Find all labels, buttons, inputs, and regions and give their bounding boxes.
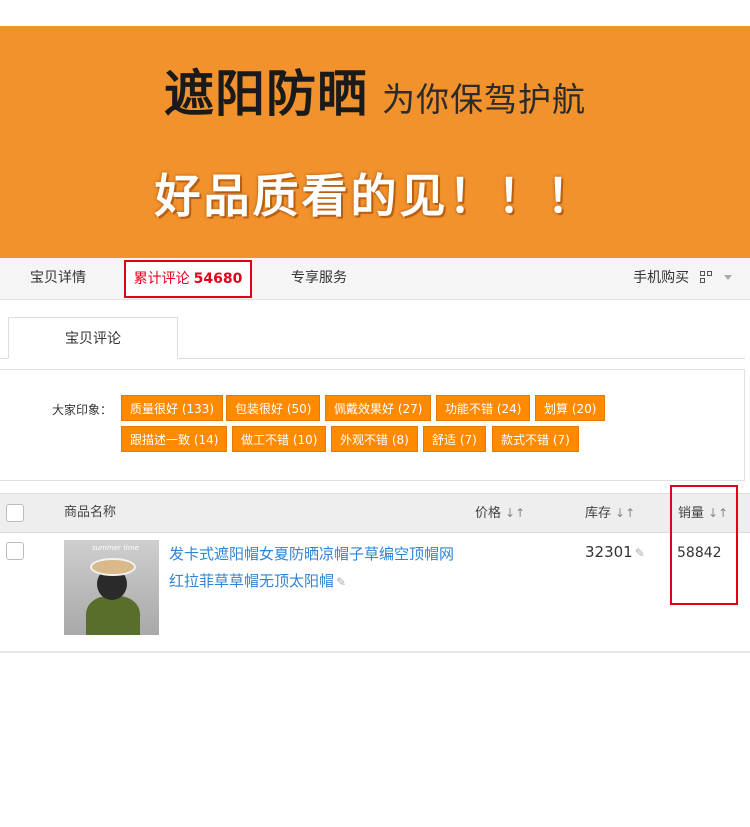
impressions-label: 大家印象：	[52, 403, 113, 417]
banner-headline: 遮阳防晒 为你保驾护航	[0, 54, 750, 126]
select-all-checkbox[interactable]	[6, 504, 24, 522]
chevron-down-icon	[724, 275, 732, 280]
sort-icon: ↓↑	[505, 506, 526, 520]
impressions-panel: 大家印象： 质量很好 (133) 包装很好 (50) 佩戴效果好 (27) 功能…	[0, 369, 745, 481]
tab-reviews-count: 54680	[193, 271, 243, 287]
column-header-price-label: 价格	[475, 506, 502, 521]
impression-tag[interactable]: 做工不错 (10)	[232, 426, 327, 452]
product-title-link[interactable]: 发卡式遮阳帽女夏防晒凉帽子草编空顶帽网红拉菲草草帽无顶太阳帽 ✎	[169, 541, 459, 596]
thumbnail-caption: summer time	[92, 544, 139, 552]
column-header-price[interactable]: 价格 ↓↑	[475, 494, 525, 533]
qr-code-icon	[699, 271, 712, 283]
column-header-stock[interactable]: 库存 ↓↑	[585, 494, 635, 533]
banner-subtitle: 为你保驾护航	[382, 80, 586, 119]
mobile-buy-button[interactable]: 手机购买	[633, 258, 732, 299]
impression-tag[interactable]: 功能不错 (24)	[436, 395, 531, 421]
column-header-name: 商品名称	[64, 505, 117, 520]
banner-title: 遮阳防晒	[164, 65, 368, 123]
thumbnail-figure	[90, 558, 136, 576]
tab-reviews[interactable]: 累计评论 54680	[124, 260, 252, 298]
promo-banner: 遮阳防晒 为你保驾护航 好品质看的见！！！	[0, 26, 750, 258]
tab-service[interactable]: 专享服务	[291, 258, 347, 299]
row-checkbox[interactable]	[6, 542, 24, 560]
sort-icon: ↓↑	[615, 506, 636, 520]
table-row: summer time 发卡式遮阳帽女夏防晒凉帽子草编空顶帽网红拉菲草草帽无顶太…	[0, 533, 750, 653]
banner-slogan: 好品质看的见！！！	[154, 169, 596, 223]
impression-tag[interactable]: 佩戴效果好 (27)	[325, 395, 432, 421]
product-thumbnail[interactable]: summer time	[64, 540, 159, 635]
detail-tabbar: 宝贝详情 累计评论 54680 专享服务 手机购买	[0, 258, 750, 300]
thumbnail-figure	[86, 596, 140, 635]
impression-tag[interactable]: 款式不错 (7)	[492, 426, 579, 452]
tab-item-detail[interactable]: 宝贝详情	[30, 258, 86, 299]
pencil-icon[interactable]: ✎	[336, 569, 346, 596]
product-title: 发卡式遮阳帽女夏防晒凉帽子草编空顶帽网红拉菲草草帽无顶太阳帽	[169, 545, 455, 590]
impression-tag[interactable]: 质量很好 (133)	[121, 395, 224, 421]
product-table-header: 商品名称 价格 ↓↑ 库存 ↓↑ 销量 ↓↑	[0, 493, 750, 533]
sales-highlight-box	[670, 485, 738, 605]
impression-tag[interactable]: 外观不错 (8)	[331, 426, 418, 452]
impression-tag[interactable]: 包装很好 (50)	[226, 395, 321, 421]
impression-tag[interactable]: 划算 (20)	[535, 395, 606, 421]
tab-item-reviews[interactable]: 宝贝评论	[8, 317, 178, 359]
column-header-stock-label: 库存	[585, 506, 612, 521]
mobile-buy-label: 手机购买	[633, 270, 690, 286]
review-subtab-bar: 宝贝评论	[0, 317, 745, 359]
tab-reviews-label: 累计评论	[133, 271, 190, 287]
impression-tag[interactable]: 舒适 (7)	[423, 426, 486, 452]
stock-cell: 32301 ✎	[585, 543, 645, 561]
stock-value: 32301	[585, 543, 633, 561]
impression-tag[interactable]: 跟描述一致 (14)	[121, 426, 228, 452]
pencil-icon[interactable]: ✎	[635, 546, 645, 560]
